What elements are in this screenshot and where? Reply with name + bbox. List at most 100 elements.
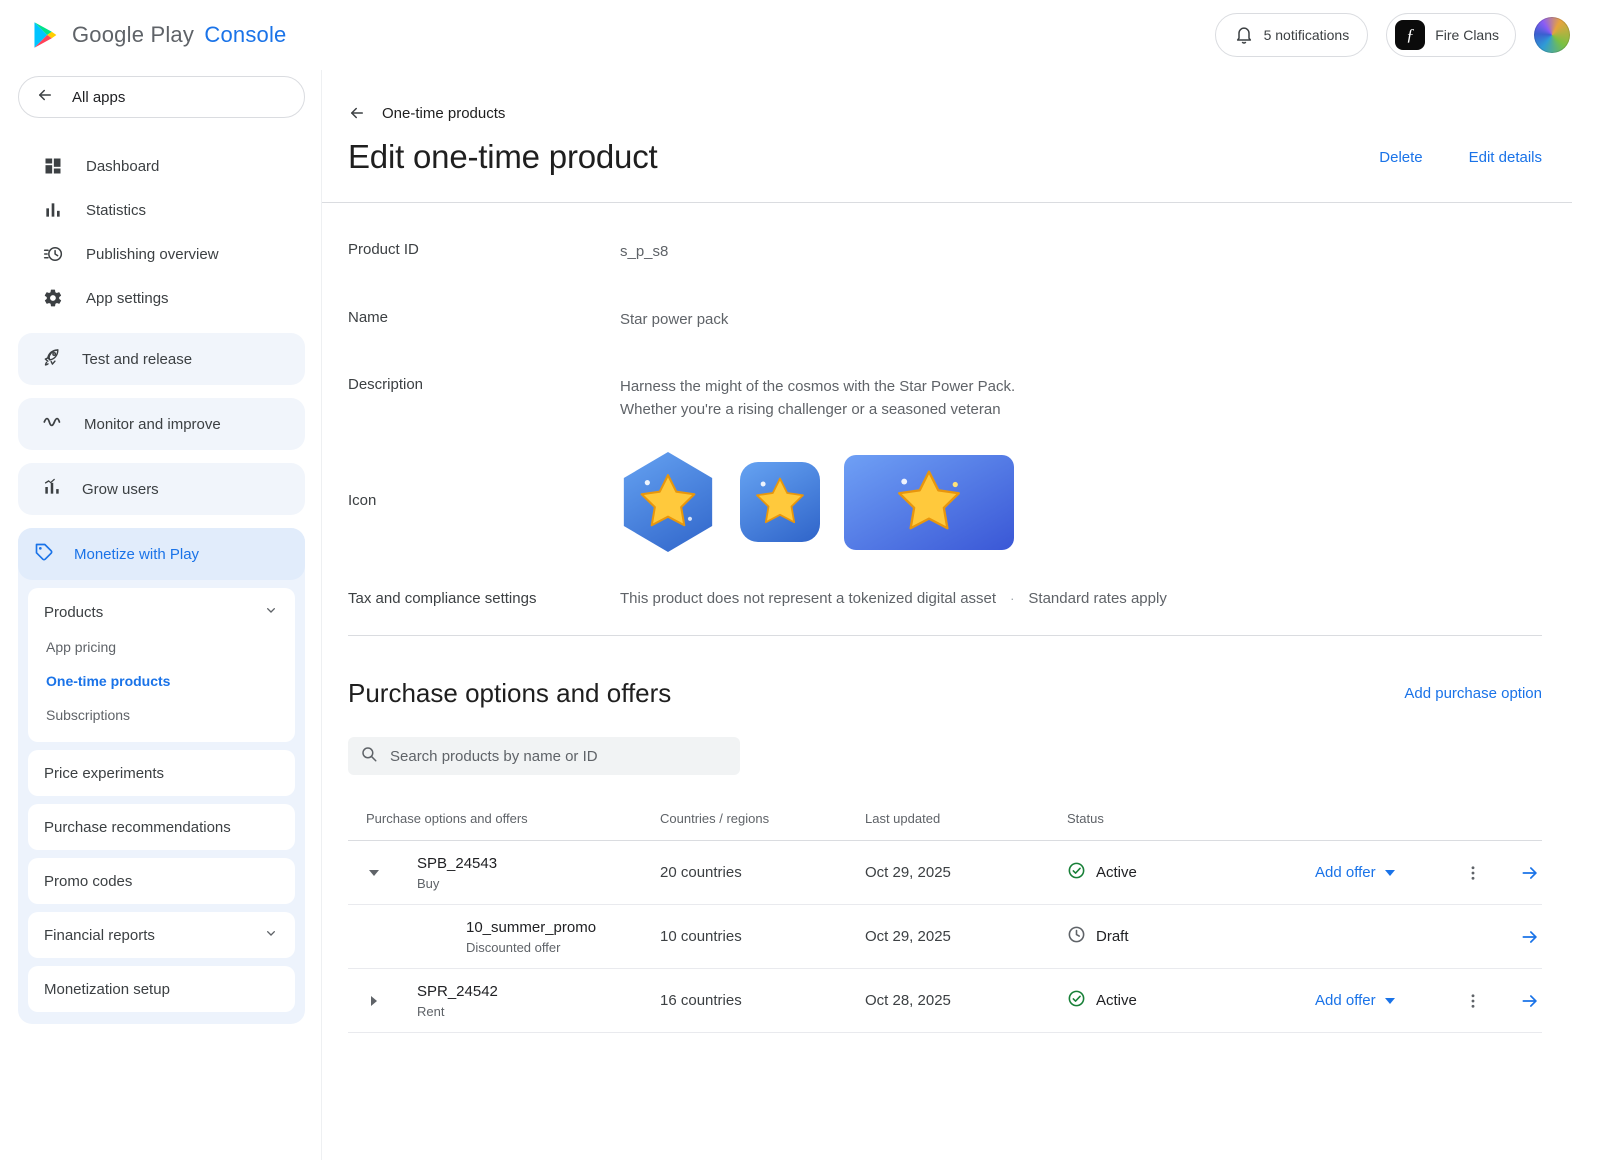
delete-button[interactable]: Delete — [1379, 149, 1422, 166]
app-switcher-button[interactable]: ƒ Fire Clans — [1386, 13, 1516, 57]
dropdown-caret-icon — [1385, 998, 1395, 1004]
product-icon-square-star — [740, 462, 820, 542]
breadcrumb-label[interactable]: One-time products — [382, 105, 505, 122]
table-row-child: 10_summer_promo Discounted offer 10 coun… — [348, 905, 1542, 969]
countries-cell: 20 countries — [660, 864, 865, 881]
sidebar-item-label: Dashboard — [86, 158, 159, 175]
offer-type: Discounted offer — [466, 940, 596, 955]
open-row-arrow-icon[interactable] — [1520, 927, 1540, 947]
chevron-down-icon — [263, 602, 279, 622]
row-actions: Add offer — [1315, 991, 1542, 1011]
name-label: Name — [348, 309, 620, 332]
product-icons — [620, 452, 1014, 552]
side-card-label: Price experiments — [44, 765, 164, 782]
description-value: Harness the might of the cosmos with the… — [620, 376, 1015, 421]
pulse-icon — [42, 411, 64, 437]
breadcrumb: One-time products — [348, 104, 1542, 122]
sidebar-section-monitor-and-improve[interactable]: Monitor and improve — [18, 398, 305, 450]
all-apps-button[interactable]: All apps — [18, 76, 305, 118]
search-input[interactable] — [390, 748, 728, 765]
sidebar-item-label: Statistics — [86, 202, 146, 219]
product-icon-hexagon-star — [620, 452, 716, 552]
col-header-last-updated: Last updated — [865, 811, 1067, 826]
section-divider — [348, 635, 1542, 636]
status-cell: Active — [1067, 989, 1315, 1012]
sidebar-section-monetize-with-play[interactable]: Monetize with Play — [18, 528, 305, 580]
tax-note-text: Standard rates apply — [1028, 590, 1166, 607]
collapse-row-icon[interactable] — [368, 870, 380, 876]
growth-chart-icon — [42, 477, 62, 501]
offer-id: 10_summer_promo — [466, 919, 596, 936]
add-offer-button[interactable]: Add offer — [1315, 992, 1395, 1009]
sidebar-item-purchase-recommendations[interactable]: Purchase recommendations — [28, 804, 295, 850]
sidebar-item-publishing-overview[interactable]: Publishing overview — [18, 232, 305, 276]
more-options-icon[interactable] — [1464, 864, 1482, 882]
offer-name-block[interactable]: 10_summer_promo Discounted offer — [466, 919, 596, 955]
expand-row-icon[interactable] — [368, 996, 380, 1006]
countries-cell: 16 countries — [660, 992, 865, 1009]
product-id-label: Product ID — [348, 241, 620, 264]
notifications-button[interactable]: 5 notifications — [1215, 13, 1369, 57]
active-check-icon — [1067, 861, 1086, 884]
back-arrow-icon — [36, 86, 54, 108]
sidebar-section-label: Monitor and improve — [84, 416, 221, 433]
sidebar-item-app-pricing[interactable]: App pricing — [28, 630, 295, 664]
product-id-row: Product ID s_p_s8 — [348, 241, 1542, 264]
sidebar-item-monetization-setup[interactable]: Monetization setup — [28, 966, 295, 1012]
col-header-purchase-options: Purchase options and offers — [348, 811, 660, 826]
status-badge: Draft — [1096, 928, 1129, 945]
play-store-logo-icon — [32, 20, 60, 50]
open-row-arrow-icon[interactable] — [1520, 991, 1540, 1011]
add-offer-button[interactable]: Add offer — [1315, 864, 1395, 881]
sidebar-item-label: App settings — [86, 290, 169, 307]
google-play-console-brand[interactable]: Google Play Console — [32, 20, 287, 50]
sidebar-section-test-and-release[interactable]: Test and release — [18, 333, 305, 385]
last-updated-cell: Oct 29, 2025 — [865, 928, 1067, 945]
more-options-icon[interactable] — [1464, 992, 1482, 1010]
purchase-option-cell: SPR_24542 Rent — [348, 983, 660, 1019]
purchase-option-type: Buy — [417, 876, 497, 891]
sidebar-item-financial-reports[interactable]: Financial reports — [28, 912, 295, 958]
sidebar-item-statistics[interactable]: Statistics — [18, 188, 305, 232]
description-label: Description — [348, 376, 620, 421]
status-badge: Active — [1096, 992, 1137, 1009]
icon-label: Icon — [348, 466, 620, 552]
shell: All apps Dashboard Statistics Publishing… — [0, 70, 1600, 1160]
open-row-arrow-icon[interactable] — [1520, 863, 1540, 883]
last-updated-cell: Oct 28, 2025 — [865, 992, 1067, 1009]
tax-row: Tax and compliance settings This product… — [348, 590, 1542, 607]
purchase-option-name-block[interactable]: SPB_24543 Buy — [417, 855, 497, 891]
last-updated-cell: Oct 29, 2025 — [865, 864, 1067, 881]
side-card-label: Purchase recommendations — [44, 819, 231, 836]
purchase-option-id: SPB_24543 — [417, 855, 497, 872]
brand-text: Google Play Console — [72, 22, 287, 48]
breadcrumb-back-arrow-icon[interactable] — [348, 104, 366, 122]
purchase-section-header: Purchase options and offers Add purchase… — [348, 678, 1542, 709]
sidebar-section-label: Grow users — [82, 481, 159, 498]
sidebar-item-dashboard[interactable]: Dashboard — [18, 144, 305, 188]
main-content: One-time products Edit one-time product … — [322, 70, 1600, 1160]
sidebar-item-one-time-products[interactable]: One-time products — [28, 664, 295, 698]
sidebar-item-subscriptions[interactable]: Subscriptions — [28, 698, 295, 732]
purchase-option-name-block[interactable]: SPR_24542 Rent — [417, 983, 498, 1019]
sidebar: All apps Dashboard Statistics Publishing… — [0, 70, 322, 1160]
sidebar-item-price-experiments[interactable]: Price experiments — [28, 750, 295, 796]
edit-details-button[interactable]: Edit details — [1469, 149, 1542, 166]
description-row: Description Harness the might of the cos… — [348, 376, 1542, 421]
name-value: Star power pack — [620, 309, 728, 332]
sidebar-item-products[interactable]: Products — [28, 592, 295, 630]
products-label: Products — [44, 604, 103, 621]
status-cell: Active — [1067, 861, 1315, 884]
sidebar-section-grow-users[interactable]: Grow users — [18, 463, 305, 515]
app-name-label: Fire Clans — [1435, 27, 1499, 43]
products-group: Products App pricing One-time products S… — [28, 588, 295, 742]
sidebar-item-promo-codes[interactable]: Promo codes — [28, 858, 295, 904]
brand-console: Console — [204, 22, 286, 47]
table-row: SPB_24543 Buy 20 countries Oct 29, 2025 … — [348, 841, 1542, 905]
add-purchase-option-button[interactable]: Add purchase option — [1404, 685, 1542, 702]
tax-value-text: This product does not represent a tokeni… — [620, 590, 996, 607]
sidebar-item-app-settings[interactable]: App settings — [18, 276, 305, 320]
product-search-box[interactable] — [348, 737, 740, 775]
icon-row: Icon — [348, 466, 1542, 552]
account-avatar[interactable] — [1534, 17, 1570, 53]
